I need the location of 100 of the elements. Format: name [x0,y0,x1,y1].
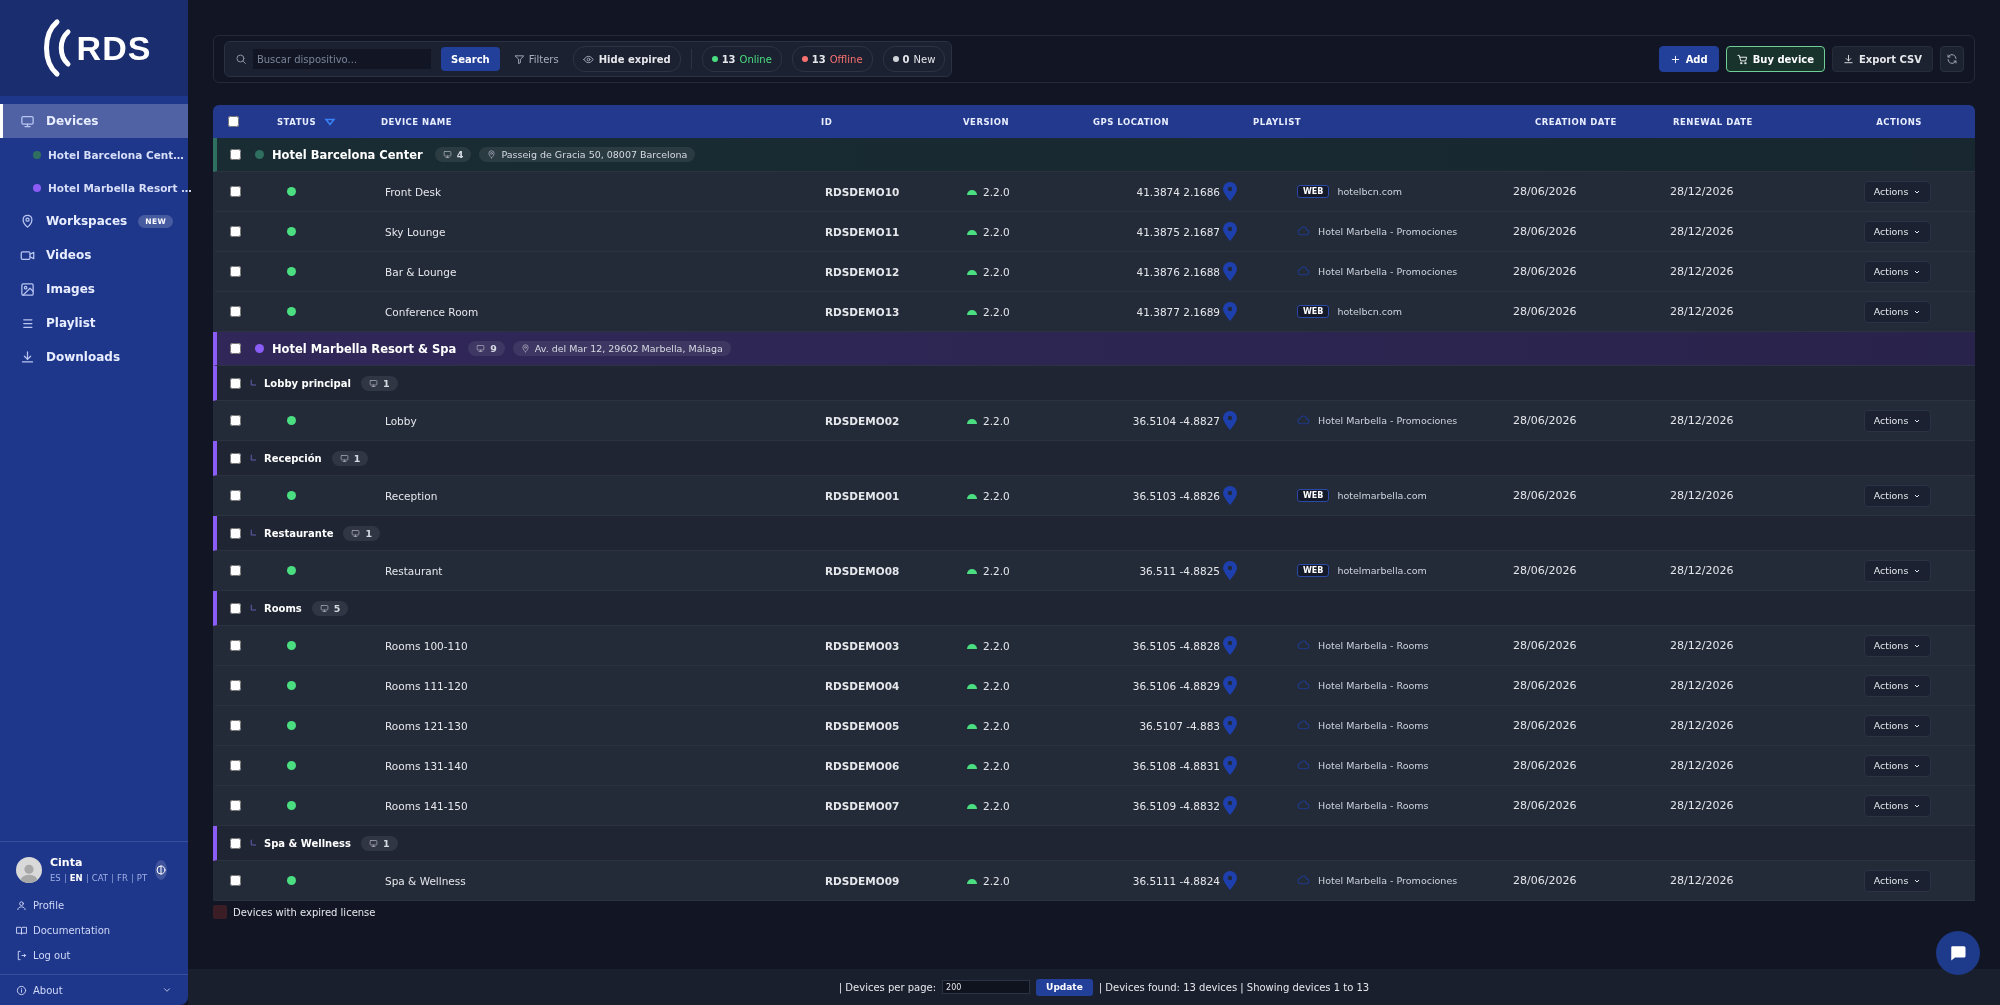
actions-button[interactable]: Actions [1863,634,1932,657]
nav-item[interactable]: Videos [0,238,188,272]
column-header[interactable]: ID [821,116,833,127]
actions-button[interactable]: Actions [1863,794,1932,817]
language-link[interactable]: FR [117,873,128,883]
language-link[interactable]: PT [136,873,148,883]
hide-expired-button[interactable]: Hide expired [572,46,681,72]
language-link[interactable]: ES [50,873,61,883]
checkbox[interactable] [229,875,241,886]
sidebar-link[interactable]: Log out [16,943,188,968]
column-header[interactable]: RENEWAL DATE [1673,116,1753,127]
subgroup-row[interactable]: Rooms 5 [213,591,1975,626]
subgroup-row[interactable]: Spa & Wellness 1 [213,826,1975,861]
group-row[interactable]: Hotel Barcelona Center 4 Passeig de Gracia 50, 08007 Barcelona [213,138,1975,172]
monitor-icon [339,453,349,463]
column-header[interactable]: VERSION [963,116,1010,127]
nav-subitem[interactable]: Hotel Barcelona Cent… [0,138,188,171]
actions-button[interactable]: Actions [1863,300,1932,323]
device-id: RDSDEMO11 [825,225,900,238]
legend-label: Devices with expired license [233,906,376,918]
corner-icon [249,528,258,538]
buy-device-button[interactable]: Buy device [1725,46,1826,72]
checkbox[interactable] [229,720,241,731]
checkbox[interactable] [229,266,241,277]
playlist-name: hotelbcn.com [1337,306,1403,317]
checkbox[interactable] [229,680,241,691]
subgroup-row[interactable]: Lobby principal 1 [213,366,1975,401]
theme-toggle[interactable] [155,859,168,880]
checkbox[interactable] [229,452,241,464]
gps-coordinates: 36.5107 -4.883 [1139,719,1220,732]
actions-button[interactable]: Actions [1863,754,1932,777]
monitor-icon [351,528,361,538]
export-button[interactable]: Export CSV [1832,46,1933,72]
subgroup-name: Recepción [264,452,322,464]
checkbox[interactable] [227,116,239,127]
actions-button[interactable]: Actions [1863,220,1932,243]
checkbox[interactable] [229,149,241,160]
nav-item[interactable]: Devices [0,104,188,138]
sidebar-link[interactable]: Profile [16,893,188,918]
sidebar-link[interactable]: Documentation [16,918,188,943]
column-header[interactable]: STATUS [277,116,316,127]
column-header[interactable]: GPS LOCATION [1093,116,1170,127]
add-button[interactable]: Add [1658,46,1719,72]
filters-button[interactable]: Filters [509,53,563,65]
device-name: Spa & Wellness [385,874,466,887]
cloud-icon [1297,799,1310,812]
checkbox[interactable] [229,490,241,501]
actions-button[interactable]: Actions [1863,559,1932,582]
language-link[interactable]: CAT [91,873,108,883]
subgroup-name: Restaurante [264,527,334,539]
checkbox[interactable] [229,565,241,576]
per-page-field[interactable]: 200 [942,980,1031,994]
search-button[interactable]: Search [441,47,500,71]
status-dot [711,56,718,62]
book-icon [16,925,27,936]
creation-date: 28/06/2026 [1513,305,1577,318]
eye-icon [582,53,594,65]
refresh-button[interactable] [1940,46,1964,72]
checkbox[interactable] [229,343,241,354]
device-name: Lobby [385,414,417,427]
subgroup-row[interactable]: Recepción 1 [213,441,1975,476]
status-counter[interactable]: 13 Offline [791,46,873,72]
checkbox[interactable] [229,186,241,197]
checkbox[interactable] [229,527,241,539]
column-header[interactable]: PLAYLIST [1253,116,1302,127]
actions-button[interactable]: Actions [1863,674,1932,697]
column-header[interactable]: CREATION DATE [1535,116,1617,127]
actions-button[interactable]: Actions [1863,180,1932,203]
checkbox[interactable] [229,640,241,651]
checkbox[interactable] [229,800,241,811]
actions-button[interactable]: Actions [1863,869,1932,892]
checkbox[interactable] [229,377,241,389]
checkbox[interactable] [229,306,241,317]
chat-button[interactable] [1936,931,1980,975]
actions-button[interactable]: Actions [1863,409,1932,432]
checkbox[interactable] [229,226,241,237]
nav-item[interactable]: Images [0,272,188,306]
logout-icon [16,950,27,961]
android-icon [967,567,977,574]
column-header[interactable]: DEVICE NAME [381,116,453,127]
nav-item[interactable]: Downloads [0,340,188,374]
group-row[interactable]: Hotel Marbella Resort & Spa 9 Av. del Mar 12, 29602 Marbella, Málaga [213,332,1975,366]
actions-button[interactable]: Actions [1863,484,1932,507]
checkbox[interactable] [229,837,241,849]
language-link[interactable]: EN [69,873,83,883]
gps-coordinates: 36.5103 -4.8826 [1132,489,1220,502]
actions-button[interactable]: Actions [1863,260,1932,283]
status-counter[interactable]: 13 Online [701,46,782,72]
avatar-icon [16,856,42,883]
checkbox[interactable] [229,760,241,771]
subgroup-row[interactable]: Restaurante 1 [213,516,1975,551]
actions-button[interactable]: Actions [1863,714,1932,737]
monitor-icon [368,378,378,388]
status-counter[interactable]: 0 New [882,46,946,72]
update-button[interactable]: Update [1036,978,1093,996]
checkbox[interactable] [229,415,241,426]
column-header[interactable]: ACTIONS [1876,116,1922,127]
checkbox[interactable] [229,602,241,614]
nav-item[interactable]: Playlist [0,306,188,340]
android-icon [967,682,977,689]
